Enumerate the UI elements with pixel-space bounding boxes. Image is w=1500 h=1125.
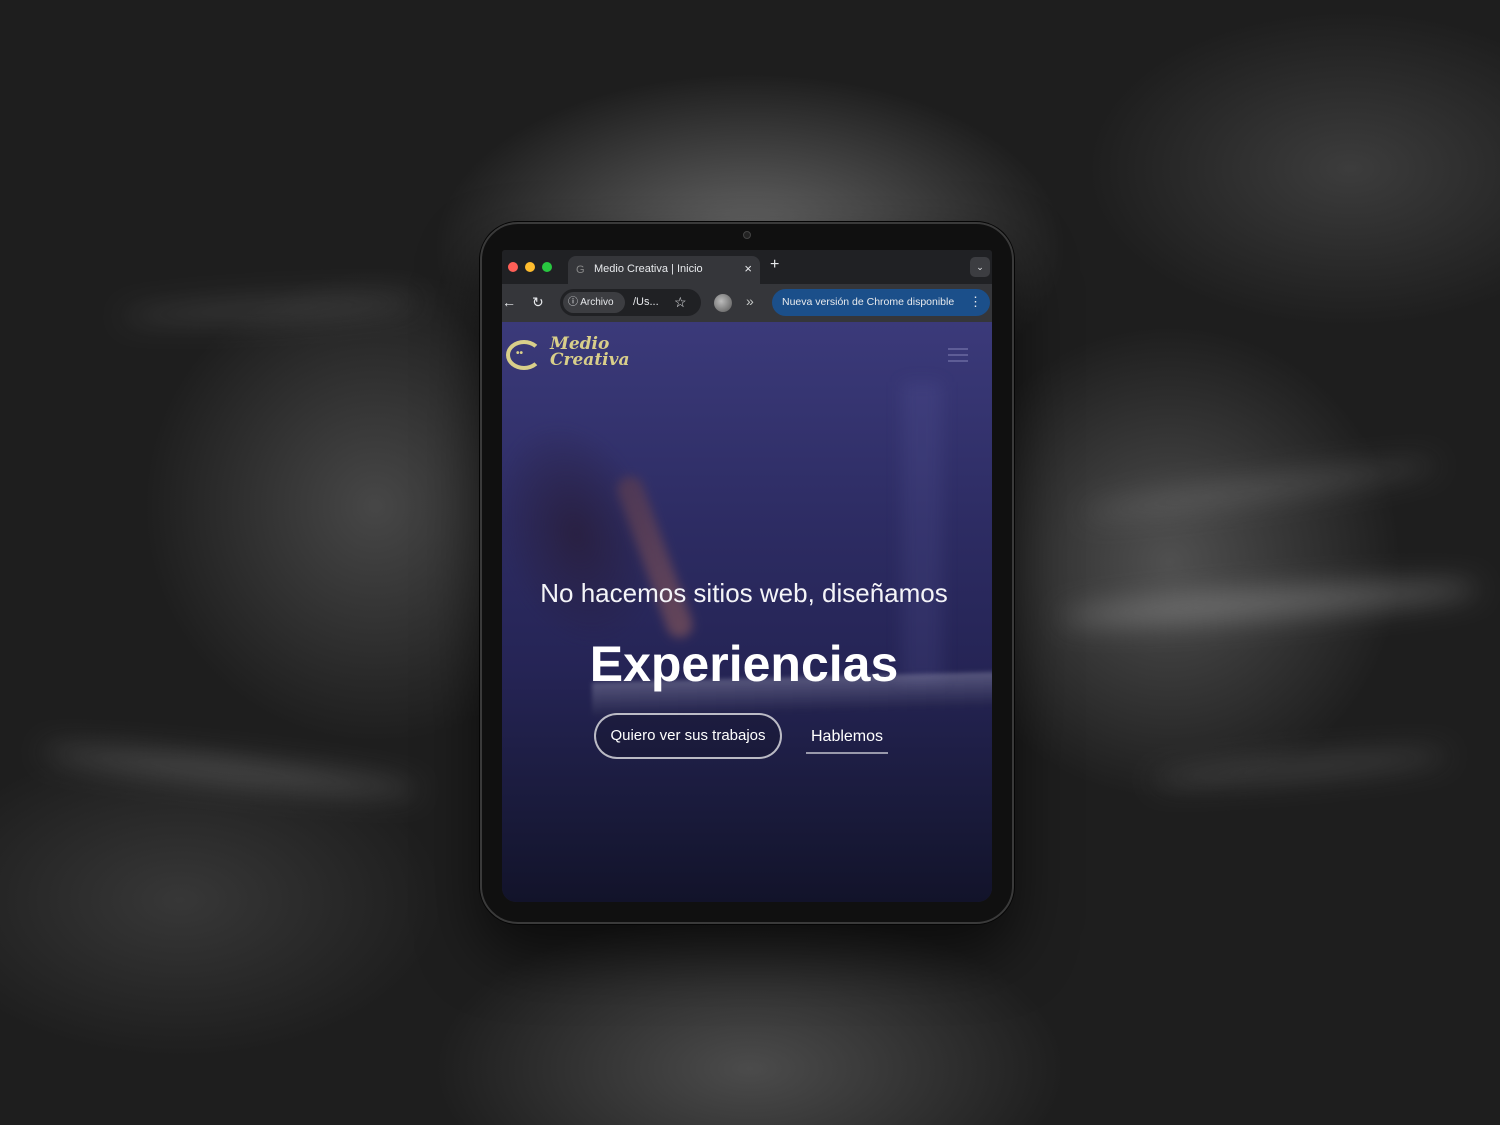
site-header: •• Medio Creativa: [502, 322, 992, 382]
hamburger-menu-icon[interactable]: [948, 348, 968, 362]
address-bar[interactable]: ⓘ Archivo /Us... ☆: [560, 289, 701, 316]
tablet-device: G Medio Creativa | Inicio × + ⌄ ← ↻ ⓘ Ar…: [480, 222, 1014, 924]
more-extensions-icon[interactable]: »: [746, 293, 754, 309]
browser-tab[interactable]: G Medio Creativa | Inicio ×: [568, 256, 760, 284]
logo-line-2: Creativa: [550, 350, 630, 370]
site-favicon-icon: G: [576, 264, 585, 276]
site-logo[interactable]: Medio Creativa: [550, 336, 630, 370]
logo-icon[interactable]: [506, 340, 542, 370]
tablet-screen: G Medio Creativa | Inicio × + ⌄ ← ↻ ⓘ Ar…: [502, 250, 992, 902]
background-fabric: [1059, 575, 1481, 631]
chrome-update-button[interactable]: Nueva versión de Chrome disponible ⋮: [772, 289, 990, 316]
background-fabric: [1080, 455, 1440, 523]
window-close-button[interactable]: [508, 262, 518, 272]
hero-tagline: No hacemos sitios web, diseñamos: [540, 578, 948, 608]
website-viewport: •• Medio Creativa No hacemos sitios web,…: [502, 322, 992, 902]
hero-title: Experiencias: [589, 636, 899, 692]
contact-link[interactable]: Hablemos: [806, 724, 888, 754]
browser-toolbar: ← ↻ ⓘ Archivo /Us... ☆ » Nueva versión d…: [502, 284, 992, 322]
tab-search-button[interactable]: ⌄: [970, 257, 990, 277]
logo-icon: ••: [516, 348, 524, 359]
url-text[interactable]: /Us...: [633, 296, 659, 308]
tab-close-icon[interactable]: ×: [744, 261, 752, 276]
view-work-button[interactable]: Quiero ver sus trabajos: [594, 713, 782, 759]
back-button[interactable]: ←: [502, 294, 516, 310]
background-fabric: [39, 740, 421, 802]
profile-avatar-icon[interactable]: [714, 294, 732, 312]
reload-button[interactable]: ↻: [532, 294, 544, 310]
kebab-menu-icon[interactable]: ⋮: [969, 294, 982, 310]
window-minimize-button[interactable]: [525, 262, 535, 272]
bookmark-star-icon[interactable]: ☆: [674, 294, 687, 311]
background-fabric: [1149, 746, 1451, 790]
browser-tab-bar: G Medio Creativa | Inicio × + ⌄: [502, 250, 992, 284]
window-maximize-button[interactable]: [542, 262, 552, 272]
site-info-chip[interactable]: ⓘ Archivo: [563, 292, 625, 313]
background-fabric: [119, 292, 421, 326]
camera: [743, 231, 751, 239]
tab-title: Medio Creativa | Inicio: [594, 263, 703, 275]
update-notice-label: Nueva versión de Chrome disponible: [782, 296, 955, 308]
new-tab-button[interactable]: +: [770, 256, 779, 274]
